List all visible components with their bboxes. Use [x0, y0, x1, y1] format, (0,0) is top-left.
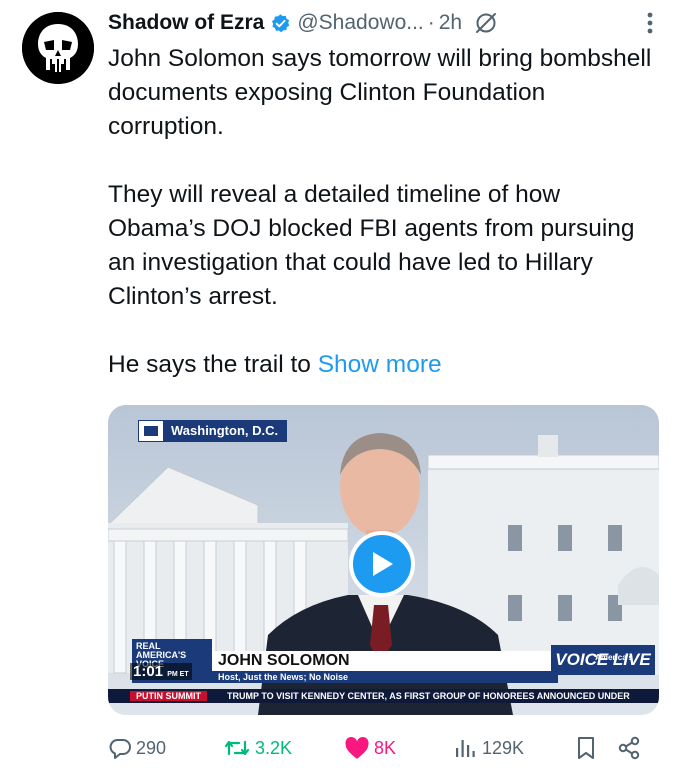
- play-button[interactable]: [349, 531, 415, 597]
- avatar[interactable]: [22, 12, 94, 84]
- location-badge: Washington, D.C.: [138, 420, 288, 442]
- guest-name: JOHN SOLOMON: [212, 651, 558, 671]
- network-logo-top: America's: [595, 653, 633, 662]
- grok-icon[interactable]: [474, 11, 498, 35]
- play-icon: [373, 552, 393, 576]
- post-paragraph: John Solomon says tomorrow will bring bo…: [108, 45, 652, 140]
- skull-icon: [22, 12, 94, 84]
- like-count: 8K: [374, 737, 397, 758]
- location-text: Washington, D.C.: [163, 421, 287, 441]
- reply-icon: [109, 739, 131, 759]
- broadcast-timezone: PM ET: [167, 671, 189, 678]
- ticker-text: TRUMP TO VISIT KENNEDY CENTER, AS FIRST …: [227, 691, 630, 701]
- share-button[interactable]: [616, 736, 642, 760]
- view-count: 129K: [482, 737, 525, 758]
- news-ticker: PUTIN SUMMIT TRUMP TO VISIT KENNEDY CENTE…: [108, 689, 659, 703]
- more-options-icon[interactable]: [646, 10, 654, 41]
- like-button[interactable]: 8K: [344, 736, 396, 760]
- broadcast-clock: 1:01 PM ET: [130, 663, 192, 680]
- network-logo: America's VOICE LIVE: [551, 645, 655, 675]
- flag-icon: [143, 425, 159, 437]
- bookmark-button[interactable]: [575, 736, 597, 760]
- repost-icon: [224, 740, 250, 756]
- heart-icon: [345, 737, 369, 759]
- action-bar: 290 3.2K 8K 129K: [108, 732, 648, 764]
- truncated-text: He says the trail to: [108, 351, 311, 378]
- lower-third: REAL AMERICA'S VOICE JOHN SOLOMON Host, …: [130, 639, 655, 683]
- reply-count: 290: [136, 737, 167, 758]
- ticker-label: PUTIN SUMMIT: [130, 691, 207, 701]
- repost-button[interactable]: 3.2K: [223, 736, 292, 760]
- post-text: John Solomon says tomorrow will bring bo…: [108, 42, 664, 382]
- author-handle[interactable]: @Shadowo...: [297, 11, 423, 35]
- bookmark-icon: [578, 737, 594, 759]
- post-paragraph: They will reveal a detailed timeline of …: [108, 181, 635, 310]
- reply-button[interactable]: 290: [108, 736, 166, 760]
- post-header: Shadow of Ezra @Shadowo... · 2h: [108, 8, 660, 38]
- repost-count: 3.2K: [255, 737, 293, 758]
- views-button[interactable]: 129K: [452, 736, 524, 760]
- author-name[interactable]: Shadow of Ezra: [108, 11, 264, 35]
- video-player[interactable]: Washington, D.C. REAL AMERICA'S VOICE JO…: [108, 405, 659, 715]
- views-icon: [456, 740, 475, 757]
- share-icon: [618, 736, 640, 760]
- show-more-link[interactable]: Show more: [318, 351, 442, 378]
- guest-title: Host, Just the News; No Noise: [212, 671, 558, 683]
- separator: ·: [427, 11, 435, 34]
- verified-badge-icon: [270, 13, 291, 34]
- broadcast-time: 1:01: [133, 663, 164, 680]
- post-paragraph-truncated: He says the trail to Show more: [108, 348, 664, 382]
- post-time[interactable]: 2h: [439, 11, 462, 35]
